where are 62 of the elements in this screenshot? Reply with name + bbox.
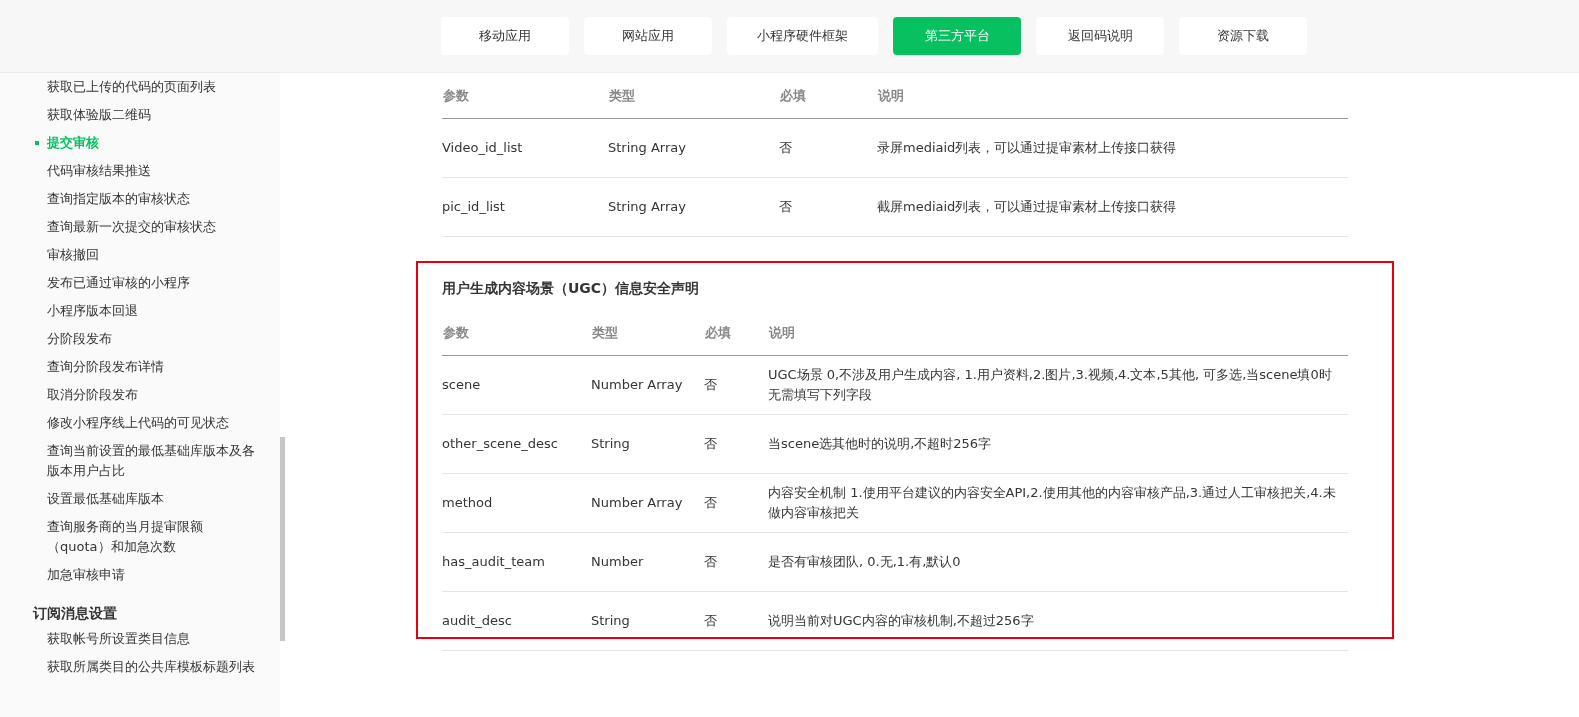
nav-tab[interactable]: 移动应用 — [441, 17, 569, 55]
table-cell: has_audit_team — [442, 532, 591, 592]
table-cell: 当scene选其他时的说明,不超时256字 — [768, 414, 1348, 474]
column-header: 必填 — [704, 310, 768, 356]
sidebar-item[interactable]: 取消分阶段发布 — [0, 381, 280, 409]
sidebar-item[interactable]: 获取体验版二维码 — [0, 101, 280, 129]
nav-tab[interactable]: 资源下载 — [1179, 17, 1307, 55]
table-cell: String — [591, 414, 704, 474]
sidebar-item[interactable]: 修改小程序线上代码的可见状态 — [0, 409, 280, 437]
sidebar-item[interactable]: 查询分阶段发布详情 — [0, 353, 280, 381]
nav-tab[interactable]: 小程序硬件框架 — [727, 17, 878, 55]
sidebar-item[interactable]: 获取所属类目的公共库模板标题列表 — [0, 653, 280, 681]
table-cell: 否 — [704, 414, 768, 474]
table-cell: 否 — [779, 118, 877, 178]
table-cell: 说明当前对UGC内容的审核机制,不超过256字 — [768, 591, 1348, 651]
column-header: 类型 — [591, 310, 704, 356]
section-title: 用户生成内容场景（UGC）信息安全声明 — [442, 279, 701, 298]
sidebar-item[interactable]: 查询最新一次提交的审核状态 — [0, 213, 280, 241]
nav-tab[interactable]: 网站应用 — [584, 17, 712, 55]
table-cell: 否 — [704, 532, 768, 592]
table-cell: other_scene_desc — [442, 414, 591, 474]
column-header: 类型 — [608, 73, 779, 119]
nav-tab[interactable]: 返回码说明 — [1036, 17, 1164, 55]
table-cell: 否 — [704, 591, 768, 651]
column-header: 说明 — [768, 310, 1348, 356]
sidebar-item[interactable]: 获取帐号所设置类目信息 — [0, 625, 280, 653]
sidebar-item[interactable]: 加急审核申请 — [0, 561, 280, 589]
table-cell: audit_desc — [442, 591, 591, 651]
sidebar-item[interactable]: 查询当前设置的最低基础库版本及各版本用户占比 — [0, 437, 280, 485]
table-cell: 否 — [704, 473, 768, 533]
table-cell: 否 — [779, 177, 877, 237]
table-cell: 是否有审核团队, 0.无,1.有,默认0 — [768, 532, 1348, 592]
scrollbar-thumb[interactable] — [280, 437, 285, 641]
sidebar-item[interactable]: 获取已上传的代码的页面列表 — [0, 73, 280, 101]
sidebar-heading: 订阅消息设置 — [31, 604, 118, 623]
table-cell: Video_id_list — [442, 118, 608, 178]
table-cell: method — [442, 473, 591, 533]
column-header: 必填 — [779, 73, 877, 119]
table-cell: UGC场景 0,不涉及用户生成内容, 1.用户资料,2.图片,3.视频,4.文本,5其他, 可多选,当scene填0时无需填写下列字段 — [768, 355, 1348, 415]
column-header: 说明 — [877, 73, 1348, 119]
table-cell: 录屏mediaid列表，可以通过提审素材上传接口获得 — [877, 118, 1348, 178]
table-cell: scene — [442, 355, 591, 415]
table-cell: 截屏mediaid列表，可以通过提审素材上传接口获得 — [877, 177, 1348, 237]
column-header: 参数 — [442, 73, 608, 119]
table-cell: String Array — [608, 177, 779, 237]
table-cell: Number Array — [591, 473, 704, 533]
table-cell: String Array — [608, 118, 779, 178]
sidebar-item[interactable]: 设置最低基础库版本 — [0, 485, 280, 513]
column-header: 参数 — [442, 310, 591, 356]
sidebar-item[interactable]: 分阶段发布 — [0, 325, 280, 353]
sidebar-item[interactable]: 代码审核结果推送 — [0, 157, 280, 185]
sidebar-item[interactable]: 小程序版本回退 — [0, 297, 280, 325]
table-cell: Number Array — [591, 355, 704, 415]
sidebar-item[interactable]: 发布已通过审核的小程序 — [0, 269, 280, 297]
table-cell: Number — [591, 532, 704, 592]
table-cell: 否 — [704, 355, 768, 415]
table-cell: String — [591, 591, 704, 651]
sidebar-item[interactable]: 查询指定版本的审核状态 — [0, 185, 280, 213]
sidebar-item[interactable]: 审核撤回 — [0, 241, 280, 269]
sidebar-item[interactable]: 查询服务商的当月提审限额（quota）和加急次数 — [0, 513, 280, 561]
table-cell: 内容安全机制 1.使用平台建议的内容安全API,2.使用其他的内容审核产品,3.通过人工审核把关,4.未做内容审核把关 — [768, 473, 1348, 533]
table-cell: pic_id_list — [442, 177, 608, 237]
